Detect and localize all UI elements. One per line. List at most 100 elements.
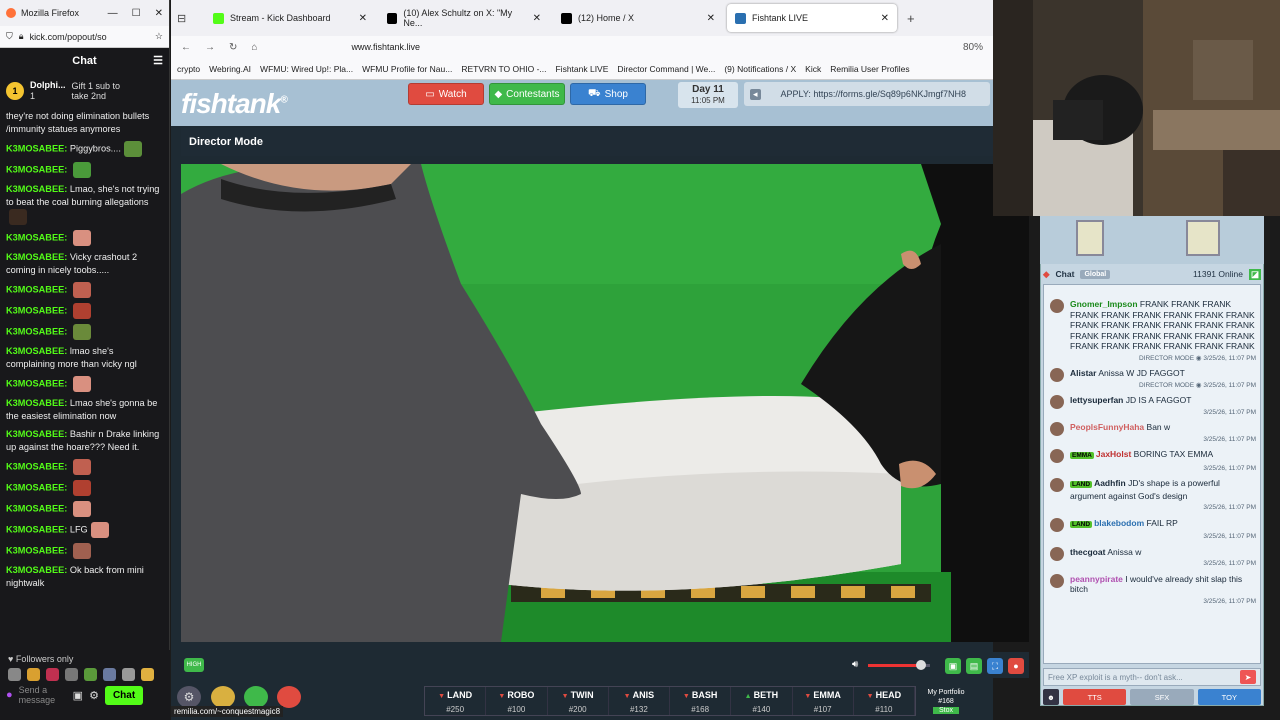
emote-icon[interactable]	[46, 668, 59, 681]
chat-username[interactable]: K3MOSABEE:	[6, 252, 67, 262]
address-field[interactable]: www.fishtank.live	[351, 42, 420, 52]
chat-username[interactable]: K3MOSABEE:	[6, 143, 67, 153]
bookmark-item[interactable]: RETVRN TO OHIO -...	[461, 64, 546, 74]
item-slot[interactable]	[1076, 220, 1104, 256]
back-arrow-icon[interactable]: ◂	[750, 88, 761, 100]
avatar[interactable]	[1050, 478, 1064, 492]
avatar[interactable]	[1050, 422, 1064, 436]
item-slot[interactable]	[1186, 220, 1220, 256]
emoji-icon[interactable]: ☻	[1043, 689, 1059, 705]
close-tab-icon[interactable]: ✕	[707, 13, 715, 24]
global-tab[interactable]: Global	[1080, 269, 1111, 279]
contestants-button[interactable]: ◆ Contestants	[489, 83, 565, 105]
expand-icon[interactable]: ◪	[1248, 268, 1261, 280]
chat-username[interactable]: K3MOSABEE:	[6, 565, 67, 575]
bookmark-item[interactable]: crypto	[177, 64, 200, 74]
notifications-icon[interactable]	[277, 686, 301, 708]
avatar[interactable]	[1050, 546, 1064, 561]
contestant-beth[interactable]: ▲ BETH #140	[731, 687, 793, 715]
gift-icon[interactable]: ▣	[73, 689, 83, 702]
emote-icon[interactable]	[141, 668, 154, 681]
new-tab-icon[interactable]: +	[907, 11, 915, 26]
emote-icon[interactable]	[65, 668, 78, 681]
chat-username[interactable]: K3MOSABEE:	[6, 284, 67, 294]
tab-alex-schultz[interactable]: (10) Alex Schultz on X: "My Ne... ✕	[379, 4, 549, 32]
emote-icon[interactable]	[8, 668, 21, 681]
chat-username[interactable]: K3MOSABEE:	[6, 429, 67, 439]
star-icon[interactable]: ☆	[155, 31, 163, 42]
chat-username[interactable]: JaxHolst	[1096, 449, 1131, 459]
settings-icon[interactable]: ⚙	[177, 686, 201, 708]
popout-url[interactable]: kick.com/popout/so	[30, 32, 107, 42]
emote-icon[interactable]	[27, 668, 40, 681]
coins-icon[interactable]	[211, 686, 235, 708]
contestant-twin[interactable]: ▼ TWIN #200	[548, 687, 609, 715]
emote-icon[interactable]	[103, 668, 116, 681]
chat-username[interactable]: Alistar	[1070, 368, 1096, 378]
close-icon[interactable]: ✕	[155, 8, 163, 19]
chat-username[interactable]: peannypirate	[1070, 574, 1123, 584]
bookmark-item[interactable]: (9) Notifications / X	[724, 64, 796, 74]
back-icon[interactable]: ←	[181, 42, 191, 53]
fullscreen-icon[interactable]: ⛶	[987, 658, 1003, 674]
zoom-level[interactable]: 80%	[963, 42, 983, 53]
bookmark-item[interactable]: WFMU Profile for Nau...	[362, 64, 452, 74]
chat-username[interactable]: thecgoat	[1070, 547, 1105, 557]
chat-username[interactable]: K3MOSABEE:	[6, 326, 67, 336]
contestant-anis[interactable]: ▼ ANIS #132	[609, 687, 670, 715]
avatar[interactable]	[1050, 368, 1064, 382]
menu-icon[interactable]: ☰	[153, 54, 163, 67]
chat-username[interactable]: K3MOSABEE:	[6, 184, 67, 194]
tab-kick-dashboard[interactable]: Stream - Kick Dashboard ✕	[205, 4, 375, 32]
maximize-icon[interactable]: ☐	[132, 8, 141, 19]
shop-button[interactable]: ⛟ Shop	[570, 83, 646, 105]
chat-username[interactable]: lettysuperfan	[1070, 395, 1123, 405]
avatar[interactable]	[1050, 517, 1064, 532]
chat-username[interactable]: K3MOSABEE:	[6, 524, 67, 534]
reload-icon[interactable]: ↻	[229, 42, 237, 53]
sfx-button[interactable]: SFX	[1130, 689, 1194, 705]
chat-username[interactable]: K3MOSABEE:	[6, 503, 67, 513]
clip-icon[interactable]: ▣	[945, 658, 961, 674]
chat-username[interactable]: K3MOSABEE:	[6, 232, 67, 242]
stox-button[interactable]: Stox	[932, 707, 959, 714]
contestant-bash[interactable]: ▼ BASH #168	[670, 687, 732, 715]
tts-button[interactable]: TTS	[1063, 689, 1127, 705]
bookmark-item[interactable]: Kick	[805, 64, 821, 74]
volume-slider[interactable]	[915, 660, 926, 670]
tab-list-icon[interactable]: ⊟	[177, 12, 201, 25]
chat-username[interactable]: K3MOSABEE:	[6, 461, 67, 471]
minimize-icon[interactable]: —	[108, 8, 118, 19]
live-video[interactable]	[181, 164, 1029, 642]
close-tab-icon[interactable]: ✕	[881, 13, 889, 24]
bookmark-item[interactable]: Webring.AI	[209, 64, 251, 74]
fishtank-logo[interactable]: fishtank®	[181, 88, 288, 120]
avatar[interactable]	[1050, 449, 1064, 463]
home-icon[interactable]: ⌂	[251, 42, 257, 53]
chat-username[interactable]: K3MOSABEE:	[6, 545, 67, 555]
avatar[interactable]	[1050, 299, 1064, 313]
bookmark-item[interactable]: Director Command | We...	[617, 64, 715, 74]
avatar[interactable]	[1050, 395, 1064, 409]
toy-button[interactable]: TOY	[1197, 689, 1261, 705]
tab-home-x[interactable]: (12) Home / X ✕	[553, 4, 723, 32]
emote-icon[interactable]	[84, 668, 97, 681]
quality-button[interactable]: HIGH	[184, 658, 204, 672]
chat-username[interactable]: K3MOSABEE:	[6, 398, 67, 408]
chat-username[interactable]: K3MOSABEE:	[6, 346, 67, 356]
bookmark-item[interactable]: Fishtank LIVE	[555, 64, 608, 74]
chat-username[interactable]: K3MOSABEE:	[6, 482, 67, 492]
avatar[interactable]	[1050, 573, 1064, 588]
chat-username[interactable]: Aadhfin	[1094, 478, 1126, 488]
chat-username[interactable]: K3MOSABEE:	[6, 305, 67, 315]
chat-username[interactable]: PeoplsFunnyHaha	[1070, 422, 1144, 432]
gift-leaderboard[interactable]: 1 Dolphi... 1 Gift 1 sub to take 2nd	[0, 74, 169, 108]
portfolio-panel[interactable]: My Portfolio #168 Stox	[920, 686, 972, 716]
watch-button[interactable]: ▭ Watch	[408, 83, 484, 105]
send-icon[interactable]: ➤	[1240, 670, 1256, 684]
chat-send-button[interactable]: Chat	[104, 685, 144, 705]
apply-banner[interactable]: ◂ APPLY: https://forms.gle/Sq89p6NKJmgf7N…	[744, 82, 990, 106]
chat-input[interactable]: Free XP exploit is a myth-- don't ask...…	[1043, 668, 1261, 686]
emote-icon[interactable]	[122, 668, 135, 681]
items-icon[interactable]	[244, 686, 268, 708]
